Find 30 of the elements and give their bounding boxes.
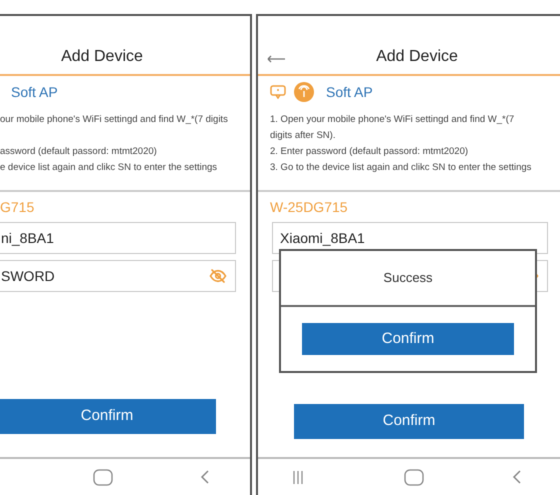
field-value: SWORD (1, 266, 55, 286)
chat-icon (270, 85, 286, 99)
recents-icon[interactable] (293, 470, 303, 484)
field-value: Xiaomi_8BA1 (280, 228, 365, 248)
instruction-text: 3. Go to the device list again and clikc SN to enter the settings (270, 161, 532, 175)
mode-label: Soft AP (326, 82, 373, 102)
screen-title: Add Device (376, 47, 458, 67)
back-icon[interactable] (512, 470, 521, 484)
confirm-button[interactable]: Confirm (0, 399, 216, 434)
instruction-text: our mobile phone's WiFi settingd and find W_*(7 digits (0, 113, 229, 127)
field-value: ni_8BA1 (1, 228, 54, 248)
back-arrow-icon[interactable] (267, 55, 285, 63)
home-icon[interactable] (93, 468, 113, 486)
home-icon[interactable] (404, 468, 424, 486)
screen-title: Add Device (61, 47, 143, 67)
instruction-text: assword (default passord: mtmt2020) (0, 145, 158, 159)
back-icon[interactable] (200, 470, 209, 484)
device-name: G715 (0, 198, 34, 216)
password-field[interactable]: SWORD (0, 260, 236, 292)
instruction-text: e device list again and clikc SN to enter the settings (0, 161, 218, 175)
broadcast-icon (294, 82, 314, 102)
instruction-text: 2. Enter password (default passord: mtmt2020) (270, 145, 470, 159)
eye-slash-icon[interactable] (209, 268, 227, 284)
dialog-confirm-button[interactable]: Confirm (302, 323, 514, 355)
wifi-name-field[interactable]: ni_8BA1 (0, 222, 236, 254)
mode-label: Soft AP (11, 82, 58, 102)
confirm-button[interactable]: Confirm (294, 404, 524, 439)
instruction-text: 1. Open your mobile phone's WiFi settingd and find W_*(7 digits after SN). (270, 113, 516, 143)
device-name: W-25DG715 (270, 198, 348, 216)
dialog-message: Success (383, 269, 433, 288)
